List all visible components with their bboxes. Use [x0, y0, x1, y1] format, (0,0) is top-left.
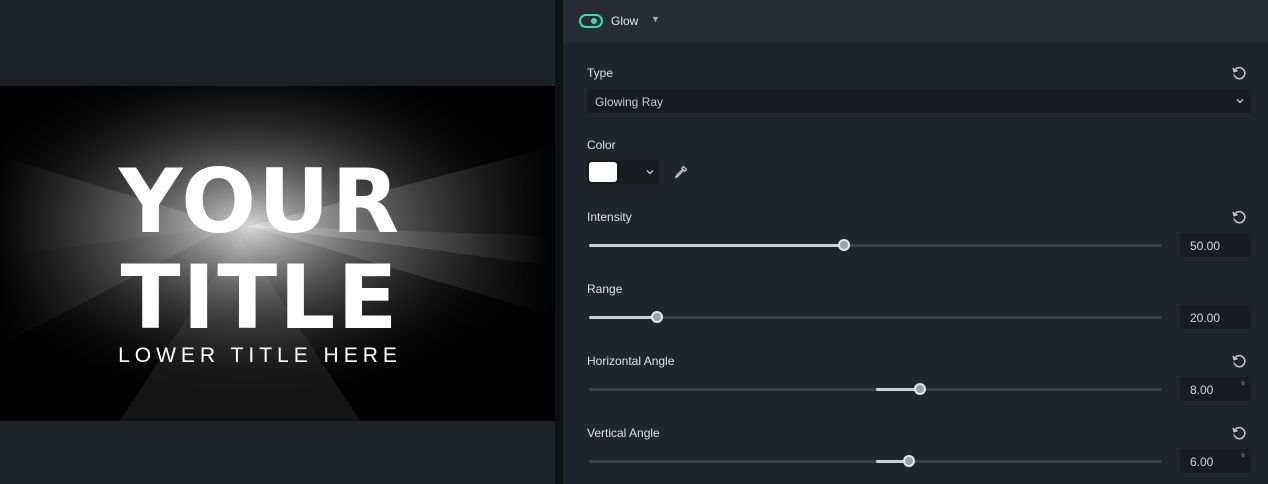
unit-label: °	[1241, 453, 1245, 464]
preview-pane: YOUR TITLE LOWER TITLE HERE	[0, 0, 555, 484]
value-text: 8.00	[1190, 383, 1214, 397]
intensity-slider[interactable]	[589, 239, 1162, 251]
slider-thumb[interactable]	[914, 383, 927, 395]
vertical-angle-slider[interactable]	[589, 455, 1162, 467]
slider-thumb[interactable]	[650, 311, 663, 323]
vertical-angle-value-input[interactable]: 6.00 °	[1180, 449, 1251, 473]
slider-thumb[interactable]	[837, 239, 850, 251]
horizontal-angle-value-input[interactable]: 8.00 °	[1180, 377, 1251, 401]
chevron-down-icon	[646, 170, 654, 175]
eyedropper-icon[interactable]	[673, 164, 689, 180]
caret-down-icon[interactable]: ▼	[651, 14, 660, 24]
glow-section-header[interactable]: Glow ▼	[563, 0, 1268, 42]
preview-title-line2: TITLE	[120, 246, 400, 349]
color-label: Color	[587, 138, 616, 152]
effects-editor: YOUR TITLE LOWER TITLE HERE Glow ▼ Type …	[0, 0, 1268, 484]
preview-title-line1: YOUR	[118, 150, 402, 253]
value-text: 50.00	[1190, 239, 1221, 253]
color-picker[interactable]	[587, 160, 659, 184]
glow-toggle[interactable]	[579, 14, 603, 28]
range-slider[interactable]	[589, 311, 1162, 323]
slider-thumb[interactable]	[903, 455, 916, 467]
horizontal-angle-label: Horizontal Angle	[587, 354, 675, 368]
range-value-input[interactable]: 20.00	[1180, 305, 1251, 329]
glow-section-title: Glow	[611, 14, 639, 28]
value-text: 20.00	[1190, 311, 1221, 325]
reset-icon[interactable]	[1231, 425, 1247, 441]
value-text: 6.00	[1190, 455, 1214, 469]
slider-fill	[589, 316, 657, 319]
preview-lower-title: LOWER TITLE HERE	[118, 344, 402, 367]
type-select-value: Glowing Ray	[595, 95, 664, 109]
reset-icon[interactable]	[1231, 65, 1247, 81]
slider-track[interactable]	[589, 316, 1162, 319]
color-swatch	[589, 162, 617, 182]
type-label: Type	[587, 66, 614, 80]
slider-fill	[589, 244, 844, 247]
reset-icon[interactable]	[1231, 353, 1247, 369]
glow-settings-panel: Glow ▼ Type Glowing Ray Color Intensity 5…	[563, 0, 1268, 484]
intensity-value-input[interactable]: 50.00	[1180, 233, 1251, 257]
chevron-down-icon	[1236, 99, 1244, 104]
type-select[interactable]: Glowing Ray	[587, 89, 1251, 113]
pane-divider[interactable]	[555, 0, 563, 484]
unit-label: °	[1241, 381, 1245, 392]
vertical-angle-label: Vertical Angle	[587, 426, 660, 440]
intensity-label: Intensity	[587, 210, 632, 224]
reset-icon[interactable]	[1231, 209, 1247, 225]
horizontal-angle-slider[interactable]	[589, 383, 1162, 395]
range-label: Range	[587, 282, 623, 296]
title-preview: YOUR TITLE LOWER TITLE HERE	[0, 86, 555, 421]
